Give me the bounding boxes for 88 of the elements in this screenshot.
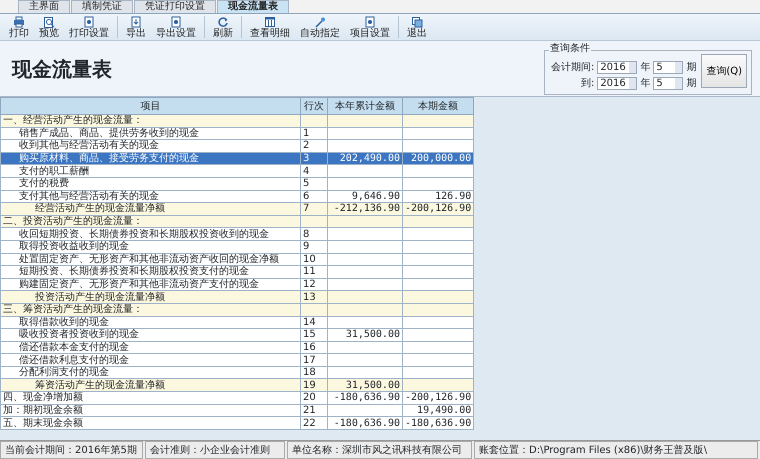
printer-icon	[13, 16, 25, 28]
table-cell: 经营活动产生的现金流量净额	[0, 202, 300, 216]
toolbar-button[interactable]: 打印	[4, 16, 34, 38]
tab[interactable]: 现金流量表	[217, 0, 289, 13]
table-cell: -180,636.90	[328, 416, 402, 430]
table-cell: 处置固定资产、无形资产和其他非流动资产收回的现金净额	[0, 253, 300, 266]
table-cell: 一、经营活动产生的现金流量：	[0, 114, 300, 128]
table-cell: 15	[300, 328, 328, 342]
table-cell: 二、投资活动产生的现金流量：	[0, 215, 300, 228]
report-title: 现金流量表	[12, 56, 112, 82]
table-cell: 筹资活动产生的现金流量净额	[0, 378, 300, 392]
table-cell: 购买原材料、商品、接受劳务支付的现金	[0, 152, 300, 165]
table-cell: 五、期末现金余额	[0, 416, 300, 430]
toolbar-button[interactable]: 退出	[402, 16, 432, 38]
field-label: 会计期间:	[550, 60, 594, 75]
group-label: 查询条件	[548, 43, 591, 55]
year-spinner[interactable]: 2016	[597, 61, 638, 74]
column-header: 本期金额	[402, 98, 474, 114]
tab[interactable]: 填制凭证	[71, 0, 133, 13]
unit-label: 期	[686, 76, 696, 91]
status-field: 单位名称：深圳市风之讯科技有限公司	[287, 441, 472, 459]
table-cell: 收回短期投资、长期债券投资和长期股权投资收到的现金	[0, 228, 300, 240]
table-cell: 22	[300, 416, 328, 430]
table-cell: 11	[300, 266, 328, 278]
year-spinner[interactable]: 2016	[597, 77, 638, 90]
unit-label: 年	[640, 77, 650, 91]
table-cell: 2	[300, 140, 328, 152]
toolbar-button[interactable]: 刷新	[208, 16, 238, 38]
field-label: 到:	[580, 77, 594, 91]
column-header: 项目	[0, 98, 300, 114]
table-cell: -200,126.90	[402, 392, 474, 404]
table-cell: 202,490.00	[328, 152, 402, 165]
query-button[interactable]: 查询(Q)	[701, 54, 747, 88]
table-cell: 吸收投资者投资收到的现金	[0, 328, 300, 342]
table-cell: 17	[300, 354, 328, 366]
table-cell: -180,636.90	[402, 416, 474, 430]
toolbar-button[interactable]: 自动指定	[295, 16, 345, 38]
table-cell: 200,000.00	[402, 152, 474, 165]
table-cell: 5	[300, 177, 328, 190]
table-cell: 三、筹资活动产生的现金流量：	[0, 303, 300, 316]
table-cell: 9	[300, 240, 328, 254]
toolbar-button[interactable]: 项目设置	[345, 16, 395, 38]
toolbar-button[interactable]: 打印设置	[64, 16, 114, 38]
table-cell: 14	[300, 316, 328, 329]
table-cell: -180,636.90	[328, 392, 402, 404]
table-cell: 投资活动产生的现金流量净额	[0, 290, 300, 304]
toolbar-button[interactable]: 查看明细	[245, 16, 295, 38]
table-icon	[264, 16, 276, 28]
table-cell: 19,490.00	[402, 404, 474, 417]
status-field: 会计准则：小企业会计准则	[145, 441, 285, 459]
table-cell: 16	[300, 341, 328, 354]
table-cell: 短期投资、长期债券投资和长期股权投资支付的现金	[0, 266, 300, 278]
magnifier-document-icon	[43, 16, 55, 28]
table-cell: 20	[300, 392, 328, 404]
toolbar-button[interactable]: 导出设置	[151, 16, 201, 38]
table-cell: 偿还借款利息支付的现金	[0, 354, 300, 366]
table-cell: 支付的税费	[0, 177, 300, 190]
refresh-icon	[217, 16, 229, 28]
column-header: 本年累计金额	[328, 98, 402, 114]
table-cell: 偿还借款本金支付的现金	[0, 341, 300, 354]
status-field: 当前会计期间：2016年第5期	[0, 441, 143, 459]
table-cell: 收到其他与经营活动有关的现金	[0, 140, 300, 152]
table-cell: 4	[300, 164, 328, 178]
table-cell: 销售产成品、商品、提供劳务收到的现金	[0, 127, 300, 140]
table-cell: -212,136.90	[328, 202, 402, 216]
period-spinner[interactable]: 5	[653, 77, 684, 90]
table-cell: 31,500.00	[328, 378, 402, 392]
table-cell: -200,126.90	[402, 202, 474, 216]
table-cell: 10	[300, 253, 328, 266]
table-cell: 取得借款收到的现金	[0, 316, 300, 329]
toolbar-button[interactable]: 导出	[121, 16, 151, 38]
toolbar-button[interactable]: 预览	[34, 16, 64, 38]
unit-label: 期	[686, 60, 696, 75]
tab[interactable]: 凭证打印设置	[134, 0, 216, 13]
status-field: 账套位置：D:\Program Files (x86)\财务王普及版\	[474, 441, 758, 459]
table-cell: 1	[300, 127, 328, 140]
tab[interactable]: 主界面	[18, 0, 70, 13]
table-cell: 31,500.00	[328, 328, 402, 342]
column-header: 行次	[300, 98, 328, 114]
table-cell: 21	[300, 404, 328, 417]
wand-icon	[314, 16, 326, 28]
table-cell: 四、现金净增加额	[0, 392, 300, 404]
table-cell: 8	[300, 228, 328, 240]
period-spinner[interactable]: 5	[653, 61, 684, 74]
table-cell: 加：期初现金余额	[0, 404, 300, 417]
table-cell: 取得投资收益收到的现金	[0, 240, 300, 254]
unit-label: 年	[640, 61, 650, 75]
table-cell: 支付的职工薪酬	[0, 164, 300, 178]
